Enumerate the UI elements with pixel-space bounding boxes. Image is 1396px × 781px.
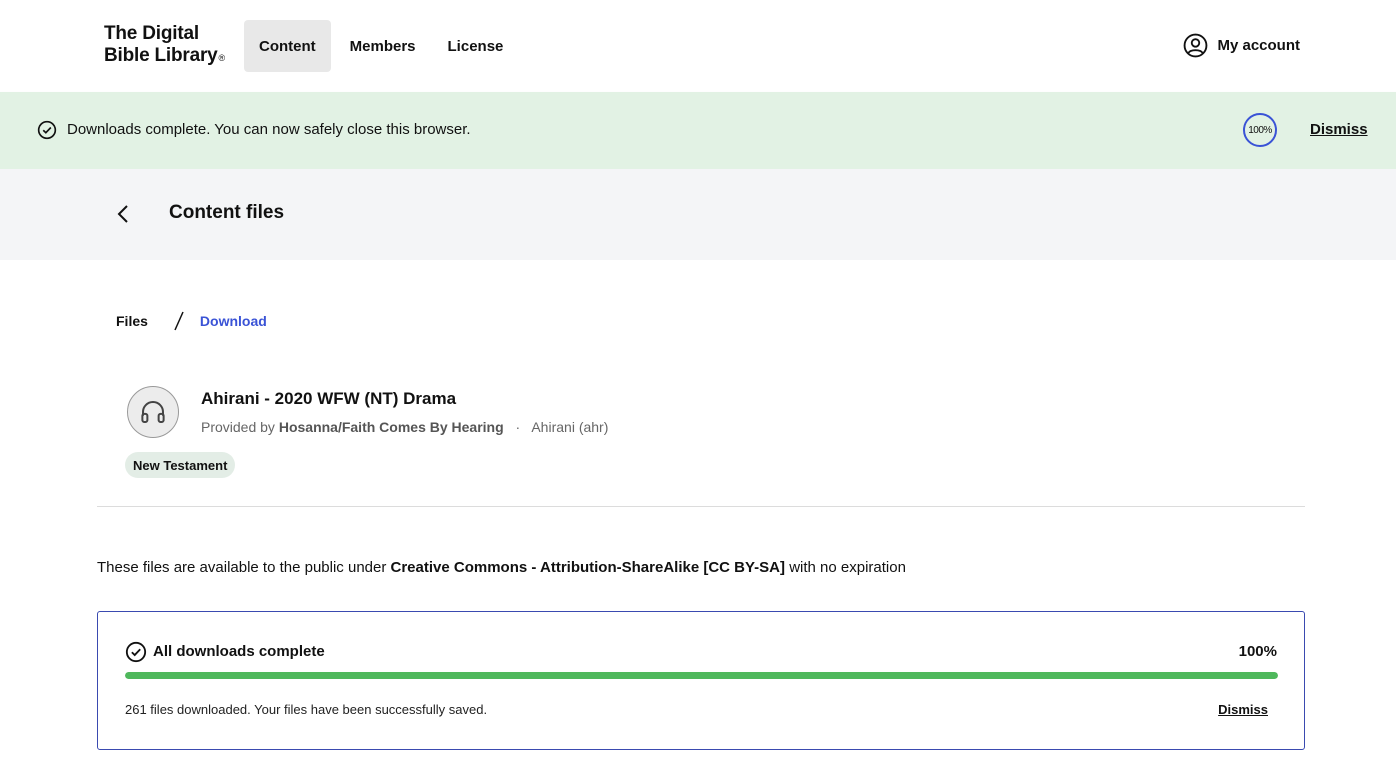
download-percent: 100%: [1238, 643, 1277, 660]
breadcrumb-download-current[interactable]: Download: [200, 313, 267, 329]
testament-tag: New Testament: [125, 452, 236, 478]
main-nav: Content Members License: [244, 20, 520, 72]
license-name: Creative Commons - Attribution-ShareAlik…: [390, 559, 786, 576]
download-summary: 261 files downloaded. Your files have be…: [125, 702, 488, 717]
nav-item-members[interactable]: Members: [335, 20, 431, 72]
resource-title: Ahirani - 2020 WFW (NT) Drama: [201, 389, 457, 408]
progress-ring-label: 100%: [1248, 124, 1272, 136]
breadcrumb-files-link[interactable]: Files: [116, 313, 148, 329]
progress-ring: 100%: [1243, 113, 1277, 147]
logo-line-2: Bible Library: [104, 45, 218, 66]
slash-separator-icon: [174, 311, 184, 331]
check-circle-icon: [37, 120, 57, 140]
banner-message: Downloads complete. You can now safely c…: [67, 121, 471, 138]
chevron-left-icon: [117, 205, 128, 223]
section-divider: [97, 506, 1305, 507]
download-status-title: All downloads complete: [153, 643, 325, 660]
download-status-panel: All downloads complete 100% 261 files do…: [97, 611, 1305, 750]
check-circle-icon: [125, 641, 147, 663]
page-title-bar: Content files: [0, 169, 1396, 260]
back-button[interactable]: [112, 202, 134, 226]
resource-meta: Provided by Hosanna/Faith Comes By Heari…: [201, 419, 608, 435]
logo-registered-mark: ®: [218, 53, 226, 63]
download-progress-fill: [125, 672, 1278, 679]
resource-language: Ahirani (ahr): [531, 419, 609, 435]
breadcrumb: Files Download: [116, 310, 267, 332]
top-header: The Digital Bible Library® Content Membe…: [0, 0, 1396, 92]
provided-by-label: Provided by: [201, 419, 275, 435]
nav-item-license[interactable]: License: [433, 20, 519, 72]
license-suffix: with no expiration: [789, 559, 906, 576]
site-logo[interactable]: The Digital Bible Library®: [104, 23, 225, 67]
meta-separator: ·: [515, 419, 521, 435]
download-progress-bar: [125, 672, 1278, 679]
license-prefix: These files are available to the public …: [97, 559, 387, 576]
nav-item-content[interactable]: Content: [244, 20, 331, 72]
user-circle-icon: [1184, 33, 1208, 58]
headphones-icon: [141, 401, 165, 423]
license-statement: These files are available to the public …: [97, 559, 906, 576]
banner-dismiss-button[interactable]: Dismiss: [1310, 121, 1368, 138]
my-account-label: My account: [1217, 37, 1300, 54]
my-account-button[interactable]: My account: [1183, 33, 1300, 58]
resource-avatar: [127, 386, 179, 438]
provider-name: Hosanna/Faith Comes By Hearing: [278, 419, 504, 435]
download-dismiss-button[interactable]: Dismiss: [1218, 702, 1268, 717]
downloads-complete-banner: Downloads complete. You can now safely c…: [0, 92, 1396, 169]
logo-line-1: The Digital: [104, 23, 199, 44]
page-title: Content files: [169, 202, 285, 223]
